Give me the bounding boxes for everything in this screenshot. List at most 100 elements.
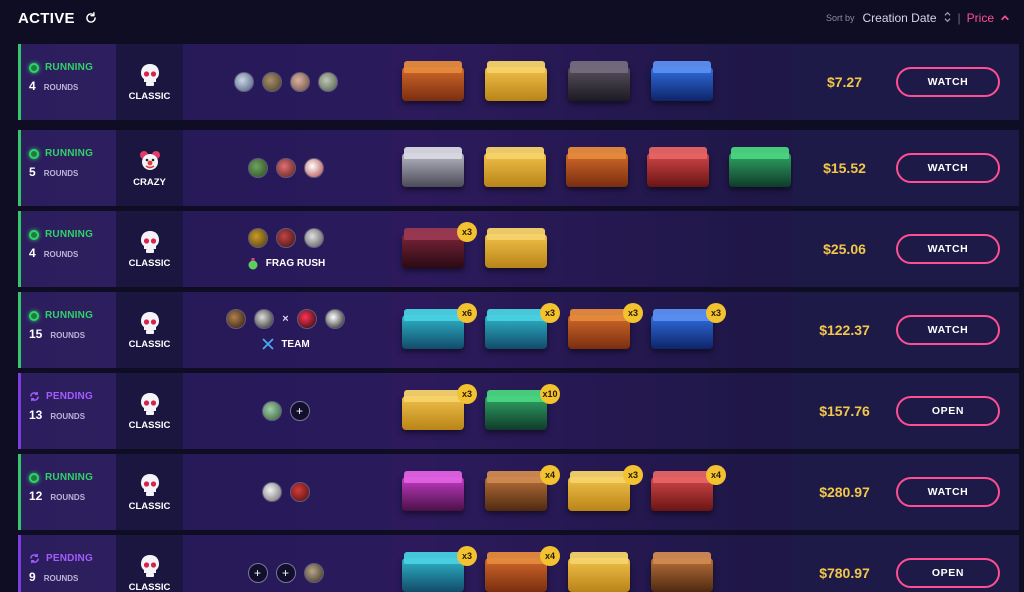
running-indicator-icon [29, 472, 39, 483]
game-price: $15.52 [823, 160, 866, 176]
game-row[interactable]: RUNNING 4 ROUNDS CLASSIC FRAG RUSH x3 $25… [18, 211, 1019, 287]
case-item[interactable] [651, 548, 716, 592]
sort-toggle-icon[interactable] [943, 11, 952, 26]
player-avatar[interactable] [303, 158, 324, 178]
watch-button[interactable]: WATCH [896, 477, 1000, 507]
case-item[interactable] [485, 224, 550, 274]
case-item[interactable] [485, 57, 550, 107]
game-price: $157.76 [819, 403, 870, 419]
case-item[interactable] [651, 57, 716, 107]
status-cell: RUNNING 4 ROUNDS [21, 44, 116, 120]
running-indicator-icon [29, 62, 39, 73]
sort-option-creation-date[interactable]: Creation Date [862, 11, 936, 25]
rounds-label: ROUNDS [50, 331, 86, 340]
running-indicator-icon [29, 229, 39, 240]
player-avatar[interactable] [303, 563, 324, 583]
player-avatar[interactable] [324, 309, 345, 329]
status-cell: RUNNING 4 ROUNDS [21, 211, 116, 287]
watch-button[interactable]: WATCH [896, 315, 1000, 345]
player-avatar[interactable] [261, 482, 282, 502]
rounds-count: 5 [29, 165, 36, 179]
player-avatar[interactable] [289, 72, 310, 92]
mode-cell: CRAZY [116, 130, 183, 206]
rounds-count: 15 [29, 327, 43, 341]
rounds-label: ROUNDS [50, 493, 86, 502]
game-row[interactable]: RUNNING 5 ROUNDS CRAZY $15.52 WATCH [18, 130, 1019, 206]
open-button[interactable]: OPEN [896, 396, 1000, 426]
player-avatar[interactable] [261, 72, 282, 92]
case-item[interactable] [402, 143, 466, 193]
player-avatar[interactable] [289, 482, 310, 502]
chevron-up-icon[interactable] [1000, 11, 1010, 25]
player-avatar[interactable] [275, 158, 296, 178]
players-cell: FRAG RUSH [183, 211, 388, 287]
mode-cell: CLASSIC [116, 373, 183, 449]
case-item[interactable] [402, 57, 467, 107]
skull-icon [140, 311, 159, 334]
quantity-badge: x3 [540, 303, 560, 323]
mode-cell: CLASSIC [116, 292, 183, 368]
case-item[interactable]: x3 [568, 465, 643, 517]
case-item[interactable]: x3 [485, 303, 560, 355]
mode-cell: CLASSIC [116, 535, 183, 592]
player-avatar[interactable] [303, 228, 324, 248]
player-avatar[interactable] [226, 309, 247, 329]
case-item[interactable] [565, 143, 630, 193]
case-item[interactable]: x3 [402, 546, 477, 592]
case-item[interactable]: x3 [651, 303, 726, 355]
watch-button[interactable]: WATCH [896, 153, 1000, 183]
watch-button[interactable]: WATCH [896, 234, 1000, 264]
case-item[interactable] [729, 143, 793, 193]
cases-cell: x3 x4 [388, 535, 793, 592]
player-avatar[interactable] [247, 158, 268, 178]
game-row[interactable]: RUNNING 4 ROUNDS CLASSIC $7.27 WATCH [18, 44, 1019, 120]
case-item[interactable] [568, 57, 633, 107]
case-item[interactable] [402, 467, 467, 517]
rounds-label: ROUNDS [43, 83, 79, 92]
game-price: $780.97 [819, 565, 870, 581]
join-slot-button[interactable]: + [247, 563, 268, 583]
case-item[interactable]: x6 [402, 303, 477, 355]
price-cell: $780.97 OPEN [793, 535, 1019, 592]
player-avatar[interactable] [247, 228, 268, 248]
skull-icon [140, 473, 159, 496]
player-avatar[interactable] [233, 72, 254, 92]
mode-label: CLASSIC [128, 257, 171, 269]
case-item[interactable] [568, 548, 633, 592]
crossed-swords-icon [262, 338, 274, 350]
rounds-label: ROUNDS [43, 574, 79, 583]
game-row[interactable]: RUNNING 12 ROUNDS CLASSIC x4 x3 x4 $280.9… [18, 454, 1019, 530]
mode-label: CLASSIC [128, 90, 171, 102]
case-item[interactable] [483, 143, 548, 193]
case-item[interactable]: x3 [402, 222, 477, 274]
status-label: RUNNING [45, 148, 94, 159]
join-slot-button[interactable]: + [275, 563, 296, 583]
player-avatar[interactable] [261, 401, 282, 421]
open-button[interactable]: OPEN [896, 558, 1000, 588]
refresh-icon[interactable] [83, 10, 99, 26]
rounds-count: 12 [29, 489, 43, 503]
case-item[interactable]: x4 [485, 465, 560, 517]
sort-separator: | [957, 11, 961, 25]
player-avatar[interactable] [275, 228, 296, 248]
join-slot-button[interactable]: + [289, 401, 310, 421]
price-cell: $122.37 WATCH [793, 292, 1019, 368]
grenade-icon [248, 258, 258, 270]
game-row[interactable]: PENDING 13 ROUNDS CLASSIC + x3 x10 $157.7… [18, 373, 1019, 449]
watch-button[interactable]: WATCH [896, 67, 1000, 97]
case-item[interactable]: x3 [568, 303, 643, 355]
player-avatar[interactable] [296, 309, 317, 329]
case-item[interactable] [647, 143, 711, 193]
player-avatar[interactable] [254, 309, 275, 329]
players-cell: + [183, 373, 388, 449]
sort-option-price[interactable]: Price [967, 11, 994, 25]
player-avatar[interactable] [317, 72, 338, 92]
mode-cell: CLASSIC [116, 211, 183, 287]
game-row[interactable]: PENDING 9 ROUNDS CLASSIC + + x3 x4 $780.9… [18, 535, 1019, 592]
game-row[interactable]: RUNNING 15 ROUNDS CLASSIC × TEAM x6 x3 x3 [18, 292, 1019, 368]
case-item[interactable]: x3 [402, 384, 477, 436]
case-item[interactable]: x4 [485, 546, 560, 592]
case-item[interactable]: x10 [485, 384, 560, 436]
quantity-badge: x10 [540, 384, 560, 404]
case-item[interactable]: x4 [651, 465, 726, 517]
